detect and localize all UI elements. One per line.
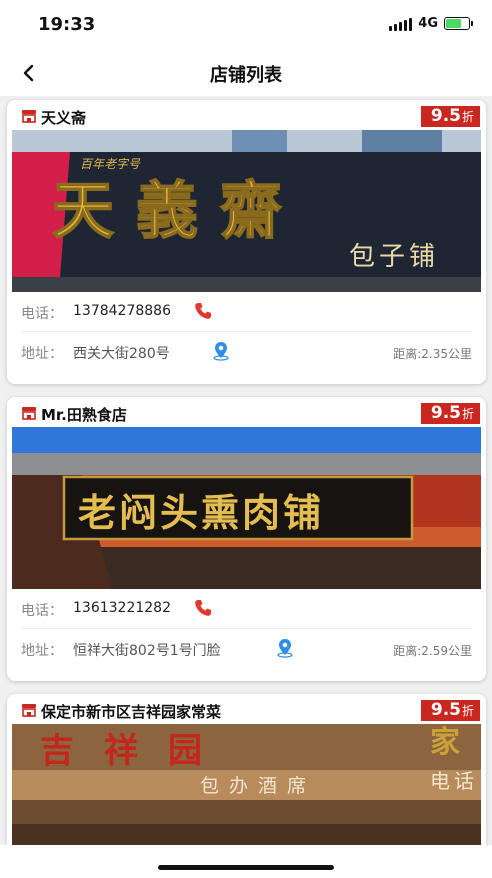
status-indicators: 4G (389, 16, 473, 31)
sign-main-text: 吉祥园 (40, 731, 232, 771)
sign-main-text: 天義齋 (52, 174, 304, 247)
distance-text: 距离:2.59公里 (393, 644, 472, 658)
phone-number[interactable]: 13613221282 (73, 600, 171, 616)
address-text: 恒祥大街802号1号门脸 (73, 643, 221, 659)
card-header: 天义斋 9.5 折 (7, 100, 486, 130)
discount-badge: 9.5 折 (420, 700, 480, 721)
sign-sub-text: 包办酒席 (200, 775, 316, 797)
store-name: Mr.田熟食店 (41, 406, 127, 424)
sign-sub-text: 包子铺 (349, 242, 439, 272)
sign-side-text: 家 (430, 725, 460, 760)
discount-unit: 折 (461, 704, 474, 718)
phone-label: 电话： (21, 306, 63, 322)
discount-badge: 9.5 折 (420, 403, 480, 424)
address-row: 地址： 恒祥大街802号1号门脸 距离:2.59公里 (21, 629, 472, 669)
distance-text: 距离:2.35公里 (393, 347, 472, 361)
store-card[interactable]: 天义斋 9.5 折 百年老字号 天義齋 包子铺 电话： 13784278886 … (7, 100, 486, 384)
phone-number[interactable]: 13784278886 (73, 303, 171, 319)
phone-icon[interactable] (193, 301, 213, 321)
network-type: 4G (418, 16, 438, 31)
location-pin-icon[interactable] (275, 638, 295, 658)
page-title: 店铺列表 (210, 65, 282, 86)
store-name: 保定市新市区吉祥园家常菜 (41, 703, 222, 721)
store-card[interactable]: Mr.田熟食店 9.5 折 老闷头熏肉铺 电话： 13613221282 地址：… (7, 397, 486, 681)
location-pin-icon[interactable] (211, 341, 231, 361)
discount-unit: 折 (461, 407, 474, 421)
signal-icon (389, 17, 413, 31)
discount-value: 9.5 (430, 700, 461, 720)
shop-icon (22, 704, 36, 717)
battery-icon (444, 17, 473, 30)
card-header: 保定市新市区吉祥园家常菜 9.5 折 (7, 694, 486, 724)
battery-fill (446, 19, 462, 28)
status-time: 19:33 (38, 14, 96, 35)
nav-bar: 店铺列表 (0, 50, 492, 96)
shop-icon (22, 110, 36, 123)
status-bar: 19:33 4G (0, 0, 492, 50)
discount-value: 9.5 (430, 106, 461, 126)
discount-badge: 9.5 折 (420, 106, 480, 127)
phone-row: 电话： 13613221282 (21, 589, 472, 629)
store-name: 天义斋 (41, 109, 87, 127)
sign-side-sub-text: 电话 (430, 769, 478, 793)
store-photo: 百年老字号 天義齋 包子铺 (12, 130, 481, 292)
store-photo: 老闷头熏肉铺 (12, 427, 481, 589)
home-indicator[interactable] (158, 865, 334, 870)
phone-label: 电话： (21, 603, 63, 619)
shop-icon (22, 407, 36, 420)
sign-main-text: 老闷头熏肉铺 (78, 490, 324, 535)
discount-unit: 折 (461, 110, 474, 124)
bottom-safe-area (0, 845, 492, 878)
phone-icon[interactable] (193, 598, 213, 618)
discount-value: 9.5 (430, 403, 461, 423)
address-label: 地址： (21, 643, 63, 659)
address-row: 地址： 西关大街280号 距离:2.35公里 (21, 332, 472, 372)
sign-top-text: 百年老字号 (80, 157, 141, 171)
phone-row: 电话： 13784278886 (21, 292, 472, 332)
card-header: Mr.田熟食店 9.5 折 (7, 397, 486, 427)
address-label: 地址： (21, 346, 63, 362)
address-text: 西关大街280号 (73, 346, 170, 362)
